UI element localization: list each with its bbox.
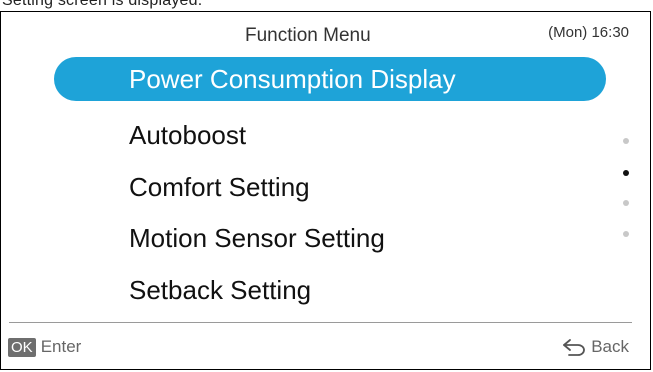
page-title: Function Menu bbox=[245, 25, 371, 46]
menu-item-autoboost[interactable]: Autoboost bbox=[129, 113, 246, 157]
page-dot bbox=[623, 200, 629, 206]
screen-caption: Setting screen is displayed. bbox=[2, 0, 203, 9]
menu-item-comfort-setting[interactable]: Comfort Setting bbox=[129, 165, 310, 209]
menu-item-setback-setting[interactable]: Setback Setting bbox=[129, 268, 311, 312]
page-dot bbox=[623, 231, 629, 237]
footer-divider bbox=[9, 322, 632, 323]
back-hint[interactable]: Back bbox=[561, 337, 629, 357]
ok-badge: OK bbox=[8, 337, 36, 357]
datetime-display: (Mon) 16:30 bbox=[548, 24, 629, 41]
menu-item-power-consumption-display[interactable]: Power Consumption Display bbox=[54, 57, 606, 101]
enter-hint[interactable]: OK Enter bbox=[8, 337, 81, 357]
function-menu-screen: Function Menu (Mon) 16:30 Power Consumpt… bbox=[0, 11, 651, 370]
enter-label: Enter bbox=[40, 337, 82, 356]
back-arrow-icon bbox=[563, 339, 586, 356]
page-dot bbox=[623, 138, 629, 144]
menu-item-motion-sensor-setting[interactable]: Motion Sensor Setting bbox=[129, 216, 385, 260]
page-dot-active bbox=[623, 170, 629, 176]
back-label: Back bbox=[591, 337, 629, 356]
